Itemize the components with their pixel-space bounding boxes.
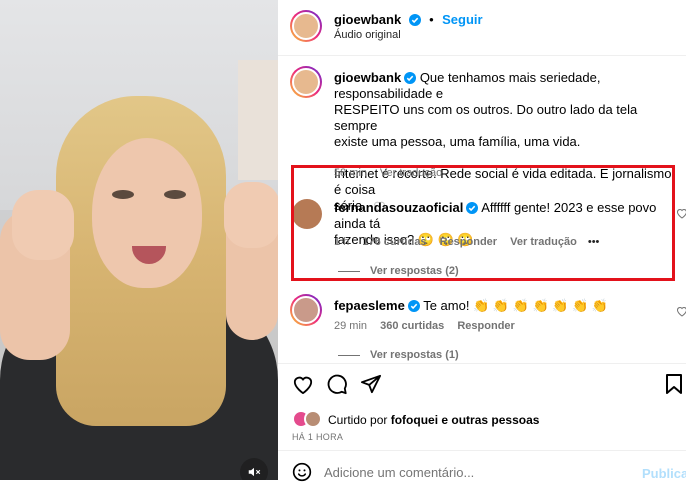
comment-heart-icon[interactable]: [676, 207, 686, 219]
divider: [278, 363, 686, 364]
post-video[interactable]: [0, 0, 278, 480]
bookmark-icon[interactable]: [666, 374, 682, 394]
header-title-row: gioewbank • Seguir: [334, 12, 483, 27]
verified-badge-icon: [407, 300, 420, 312]
heart-icon[interactable]: [292, 374, 314, 394]
publish-button[interactable]: Publicar: [642, 466, 686, 481]
comment-body: fepaesleme Te amo! 👏 👏 👏 👏 👏 👏 👏: [334, 298, 664, 314]
follow-button[interactable]: Seguir: [442, 12, 482, 27]
comment-likes[interactable]: 360 curtidas: [380, 320, 444, 332]
comment-input[interactable]: [324, 462, 624, 482]
view-replies-label: Ver respostas (1): [370, 349, 459, 361]
background-cabinet: [238, 60, 278, 180]
person-eye-right: [164, 190, 186, 199]
share-icon[interactable]: [360, 374, 382, 394]
divider: [278, 450, 686, 451]
caption-line: existe uma pessoa, uma família, uma vida…: [334, 134, 581, 149]
caption-line: RESPEITO uns com os outros. Do outro lad…: [334, 102, 638, 133]
caption-avatar[interactable]: [290, 66, 322, 98]
emoji-icon[interactable]: [292, 462, 312, 482]
author-username[interactable]: gioewbank: [334, 12, 401, 27]
person-eye-left: [112, 190, 134, 199]
replies-divider: [338, 354, 360, 356]
liked-by-avatar[interactable]: [304, 410, 322, 428]
comment-username[interactable]: fepaesleme: [334, 298, 405, 313]
comment-reply-button[interactable]: Responder: [457, 320, 514, 332]
mute-button[interactable]: [240, 458, 268, 480]
person-face: [92, 138, 202, 288]
liked-by-suffix[interactable]: e outras pessoas: [441, 413, 539, 427]
author-avatar[interactable]: [290, 10, 322, 42]
caption-username[interactable]: gioewbank: [334, 70, 401, 85]
mute-icon: [248, 467, 261, 477]
comment-meta: 29 min 360 curtidas Responder: [334, 320, 515, 332]
comment-avatar[interactable]: [290, 294, 322, 326]
comment-text: Te amo! 👏 👏 👏 👏 👏 👏 👏: [423, 298, 609, 313]
liked-by-text: Curtido por fofoquei e outras pessoas: [328, 413, 539, 427]
verified-badge-icon: [408, 14, 421, 26]
comment-time: 29 min: [334, 320, 368, 332]
post-timestamp[interactable]: HÁ 1 HORA: [292, 432, 343, 442]
person-hand-left: [12, 190, 74, 260]
verified-badge-icon: [404, 72, 417, 84]
comment-heart-icon[interactable]: [676, 305, 686, 317]
audio-label[interactable]: Áudio original: [334, 29, 401, 41]
person-hand-right: [224, 182, 278, 248]
post-header: gioewbank • Seguir Áudio original: [278, 0, 686, 56]
comment-icon[interactable]: [326, 373, 348, 395]
view-replies-button[interactable]: Ver respostas (1): [338, 349, 459, 361]
liked-by-user[interactable]: fofoquei: [391, 413, 438, 427]
liked-by-prefix: Curtido por: [328, 413, 388, 427]
highlight-box: [291, 165, 675, 281]
